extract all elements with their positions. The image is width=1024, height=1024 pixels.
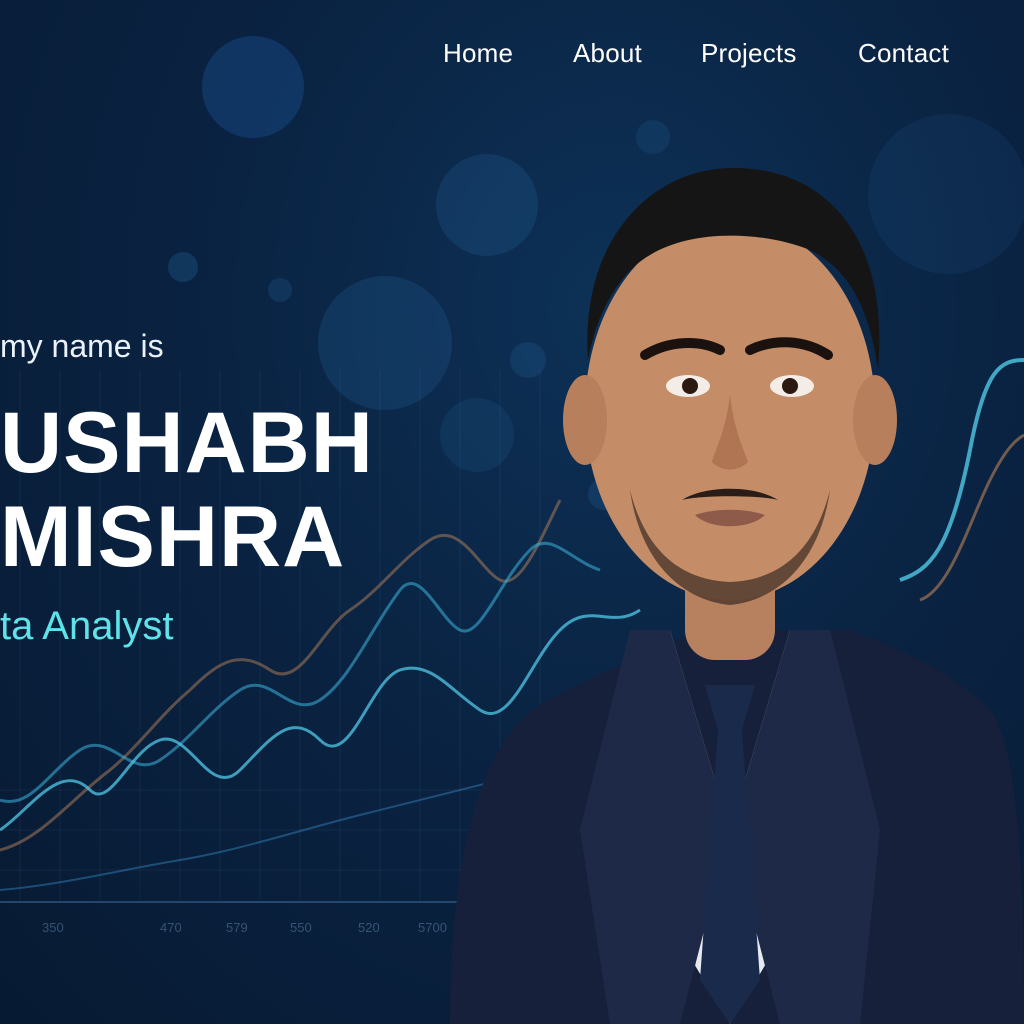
hero-name-first: USHABH bbox=[0, 395, 374, 491]
nav-link-contact[interactable]: Contact bbox=[858, 38, 949, 69]
hero-role: ta Analyst bbox=[0, 604, 174, 648]
hero-section: my name is USHABH MISHRA ta Analyst bbox=[0, 0, 480, 1024]
hero-name-last: MISHRA bbox=[0, 489, 346, 585]
nav-link-projects[interactable]: Projects bbox=[701, 38, 797, 69]
hero-intro: my name is bbox=[0, 328, 164, 364]
nav-link-about[interactable]: About bbox=[573, 38, 642, 69]
profile-portrait bbox=[450, 167, 1024, 1024]
